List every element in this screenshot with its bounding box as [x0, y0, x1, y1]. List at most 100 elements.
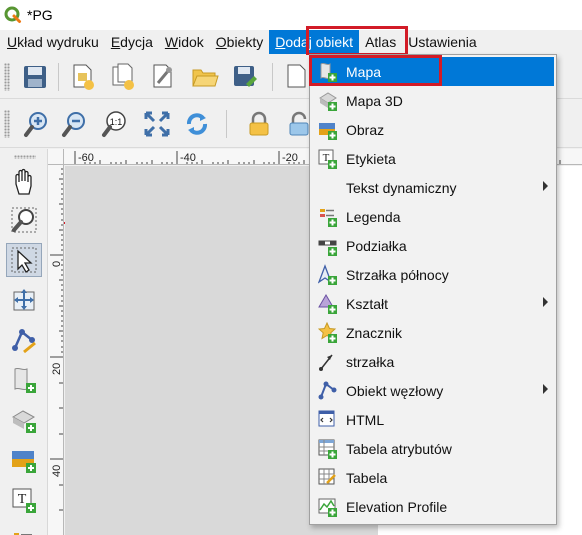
dynamic-text-blank-icon — [317, 177, 339, 199]
zoom-full-icon[interactable] — [140, 107, 174, 141]
menu-item-label: Mapa 3D — [346, 92, 403, 109]
menu-layout-label: Układ wydruku — [7, 34, 99, 50]
menu-item-picture[interactable]: Obraz — [312, 115, 554, 144]
menu-item-label: Podziałka — [346, 237, 407, 254]
submenu-arrow-icon — [543, 181, 548, 191]
menu-view[interactable]: Widok — [159, 30, 210, 54]
ruler-top-label: -60 — [78, 152, 94, 164]
menu-item-label: Tekst dynamiczny — [346, 179, 457, 196]
submenu-arrow-icon — [543, 384, 548, 394]
add-table-icon — [317, 467, 339, 489]
zoom-actual-icon[interactable]: 1:1 — [98, 107, 132, 141]
zoom-in-icon[interactable] — [20, 107, 54, 141]
ruler-top-label: -40 — [180, 152, 196, 164]
add-attribute-table-icon — [317, 438, 339, 460]
menu-item-label: HTML — [346, 411, 385, 428]
select-icon[interactable] — [6, 243, 42, 277]
add-label-icon: T — [317, 148, 339, 170]
menu-item-label: Znacznik — [346, 324, 403, 341]
menu-item-label: Strzałka północy — [346, 266, 449, 283]
layout-manager-icon[interactable] — [146, 60, 180, 94]
menu-item-marker[interactable]: Znacznik — [312, 318, 554, 347]
toolbar-grip[interactable] — [14, 155, 36, 159]
add-node-item-icon — [317, 380, 339, 402]
tools-toolbar: T — [0, 149, 48, 535]
menu-view-label: Widok — [164, 34, 204, 50]
menu-item-map[interactable]: Mapa — [312, 57, 554, 86]
menu-edit[interactable]: Edycja — [105, 30, 159, 54]
ruler-left-label: 40 — [51, 465, 63, 477]
menu-item-dynamic-text[interactable]: Tekst dynamiczny — [312, 173, 554, 202]
move-content-icon[interactable] — [6, 283, 42, 317]
add-item-menu: Mapa Mapa 3D Obraz T Etykieta Tekst dyna… — [309, 54, 557, 525]
add-picture-tool-icon[interactable] — [6, 443, 42, 477]
open-template-icon[interactable] — [188, 60, 222, 94]
add-legend-icon — [317, 206, 339, 228]
svg-text:T: T — [18, 492, 27, 507]
vertical-ruler[interactable]: 0 20 40 — [48, 165, 64, 535]
add-html-icon — [317, 409, 339, 431]
add-label-tool-icon[interactable]: T — [6, 483, 42, 517]
menu-item-label-item[interactable]: T Etykieta — [312, 144, 554, 173]
ruler-corner — [48, 149, 64, 165]
ruler-left-label: 0 — [51, 261, 63, 267]
toolbar-separator — [272, 63, 273, 91]
menu-item-label: Kształt — [346, 295, 389, 312]
menu-layout[interactable]: Układ wydruku — [0, 30, 105, 54]
menu-item-label: Obraz — [346, 121, 385, 138]
save-template-icon[interactable] — [228, 60, 262, 94]
menu-item-3d-map[interactable]: Mapa 3D — [312, 86, 554, 115]
edit-nodes-icon[interactable] — [6, 323, 42, 357]
refresh-icon[interactable] — [180, 107, 214, 141]
svg-text:1:1: 1:1 — [110, 117, 123, 127]
menu-item-legend[interactable]: Legenda — [312, 202, 554, 231]
menu-item-label: Tabela — [346, 469, 388, 486]
layout-window: *PG Układ wydruku Edycja Widok Obiekty D… — [0, 0, 582, 535]
menu-item-attribute-table[interactable]: Tabela atrybutów — [312, 434, 554, 463]
menu-settings[interactable]: Ustawienia — [402, 30, 482, 54]
menu-items-label: Obiekty — [215, 34, 264, 50]
add-map-icon — [317, 61, 339, 83]
menu-item-label: Etykieta — [346, 150, 396, 167]
submenu-arrow-icon — [543, 297, 548, 307]
menu-atlas[interactable]: Atlas — [359, 30, 402, 54]
menu-item-label: Mapa — [346, 63, 382, 80]
add-shape-icon — [317, 293, 339, 315]
window-title: *PG — [27, 7, 53, 23]
zoom-out-icon[interactable] — [58, 107, 92, 141]
zoom-tool-icon[interactable] — [6, 203, 42, 237]
toolbar-grip[interactable] — [4, 110, 10, 138]
menu-item-label: Obiekt węzłowy — [346, 382, 444, 399]
ruler-left-label: 20 — [51, 363, 63, 375]
menu-item-label: Elevation Profile — [346, 498, 448, 515]
add-3d-map-icon — [317, 90, 339, 112]
duplicate-layout-icon[interactable] — [106, 60, 140, 94]
lock-icon[interactable] — [242, 107, 276, 141]
ruler-top-label: -20 — [282, 152, 298, 164]
toolbar-separator — [226, 110, 227, 138]
add-legend-tool-icon[interactable] — [6, 521, 42, 535]
add-3d-map-tool-icon[interactable] — [6, 403, 42, 437]
add-north-arrow-icon — [317, 263, 339, 286]
toolbar-separator — [58, 63, 59, 91]
add-map-tool-icon[interactable] — [6, 363, 42, 397]
menu-item-label: Legenda — [346, 208, 401, 225]
menu-item-arrow[interactable]: strzałka — [312, 347, 554, 376]
menu-add-item[interactable]: Dodaj obiekt — [269, 30, 360, 54]
menu-atlas-label: Atlas — [365, 34, 397, 50]
save-icon[interactable] — [18, 60, 52, 94]
menu-item-label: strzałka — [346, 353, 395, 370]
pan-icon[interactable] — [6, 165, 42, 199]
toolbar-grip[interactable] — [4, 63, 10, 91]
menu-item-elevation-profile[interactable]: Elevation Profile — [312, 492, 554, 521]
menu-item-scalebar[interactable]: Podziałka — [312, 231, 554, 260]
menu-item-node-item[interactable]: Obiekt węzłowy — [312, 376, 554, 405]
menu-item-shape[interactable]: Kształt — [312, 289, 554, 318]
menu-item-html[interactable]: HTML — [312, 405, 554, 434]
new-layout-icon[interactable] — [66, 60, 100, 94]
menu-items[interactable]: Obiekty — [210, 30, 269, 54]
menu-item-table[interactable]: Tabela — [312, 463, 554, 492]
qgis-logo-icon — [4, 6, 21, 23]
menu-item-north-arrow[interactable]: Strzałka północy — [312, 260, 554, 289]
menu-settings-label: Ustawienia — [408, 34, 477, 50]
